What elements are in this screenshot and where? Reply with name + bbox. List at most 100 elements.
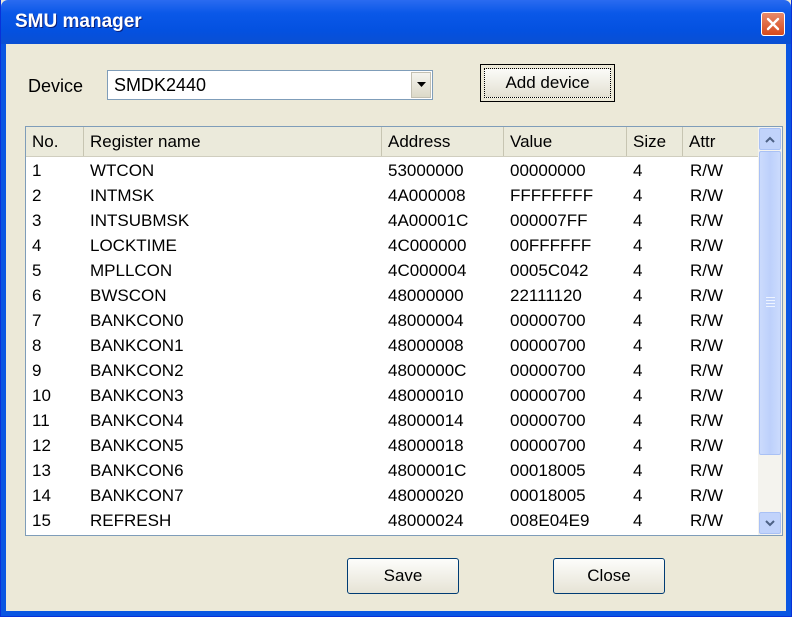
- cell-no: 5: [32, 261, 42, 280]
- table-row[interactable]: 14 BANKCON7 48000020 00018005 4 R/W: [26, 483, 759, 508]
- cell-size: 4: [633, 461, 643, 480]
- add-device-button[interactable]: Add device: [480, 64, 615, 102]
- cell-value: 00018005: [510, 486, 586, 505]
- table-row[interactable]: 10 BANKCON3 48000010 00000700 4 R/W: [26, 383, 759, 408]
- table-row[interactable]: 7 BANKCON0 48000004 00000700 4 R/W: [26, 308, 759, 333]
- table-row[interactable]: 8 BANKCON1 48000008 00000700 4 R/W: [26, 333, 759, 358]
- add-device-label: Add device: [484, 68, 611, 98]
- cell-attr: R/W: [690, 336, 724, 355]
- cell-register-name: BANKCON3: [90, 386, 184, 405]
- cell-address: 48000024: [388, 511, 464, 530]
- cell-attr: R/W: [690, 211, 724, 230]
- scroll-down-button[interactable]: [759, 512, 781, 534]
- table-row[interactable]: 6 BWSCON 48000000 22111120 4 R/W: [26, 283, 759, 308]
- cell-value: 00000700: [510, 436, 586, 455]
- cell-size: 4: [633, 411, 643, 430]
- dropdown-arrow-icon: [416, 82, 426, 87]
- cell-attr: R/W: [690, 511, 724, 530]
- cell-size: 4: [633, 286, 643, 305]
- cell-register-name: WTCON: [90, 161, 155, 180]
- table-row[interactable]: 3 INTSUBMSK 4A00001C 000007FF 4 R/W: [26, 208, 759, 233]
- device-select[interactable]: SMDK2440: [107, 70, 433, 100]
- cell-no: 6: [32, 286, 42, 305]
- scrollbar-thumb[interactable]: [759, 151, 781, 455]
- table-row[interactable]: 1 WTCON 53000000 00000000 4 R/W: [26, 158, 759, 183]
- table-row[interactable]: 15 REFRESH 48000024 008E04E9 4 R/W: [26, 508, 759, 533]
- device-select-value: SMDK2440: [114, 75, 207, 95]
- list-rows: 1 WTCON 53000000 00000000 4 R/W 2 INTMSK 4A00000…: [26, 158, 759, 533]
- cell-attr: R/W: [690, 436, 724, 455]
- table-row[interactable]: 11 BANKCON4 48000014 00000700 4 R/W: [26, 408, 759, 433]
- window-border-bottom: [1, 611, 791, 616]
- thumb-grip-line: [766, 306, 775, 307]
- cell-value: 00018005: [510, 461, 586, 480]
- close-button[interactable]: Close: [553, 558, 665, 594]
- column-header-no[interactable]: No.: [26, 127, 84, 156]
- chevron-up-icon: [765, 136, 775, 143]
- cell-address: 53000000: [388, 161, 464, 180]
- cell-register-name: BWSCON: [90, 286, 167, 305]
- cell-no: 4: [32, 236, 42, 255]
- title-bar[interactable]: SMU manager: [1, 0, 791, 44]
- cell-attr: R/W: [690, 361, 724, 380]
- cell-no: 12: [32, 436, 51, 455]
- cell-size: 4: [633, 511, 643, 530]
- cell-address: 4800001C: [388, 461, 467, 480]
- cell-size: 4: [633, 336, 643, 355]
- cell-address: 48000020: [388, 486, 464, 505]
- cell-value: 00FFFFFF: [510, 236, 592, 255]
- column-header-register-name[interactable]: Register name: [84, 127, 382, 156]
- device-dropdown-button[interactable]: [411, 72, 431, 98]
- column-header-value[interactable]: Value: [504, 127, 627, 156]
- table-row[interactable]: 9 BANKCON2 4800000C 00000700 4 R/W: [26, 358, 759, 383]
- cell-attr: R/W: [690, 286, 724, 305]
- cell-size: 4: [633, 436, 643, 455]
- cell-address: 4C000000: [388, 236, 467, 255]
- column-header-size[interactable]: Size: [627, 127, 683, 156]
- device-label: Device: [28, 76, 84, 96]
- table-row[interactable]: 4 LOCKTIME 4C000000 00FFFFFF 4 R/W: [26, 233, 759, 258]
- thumb-grip-line: [766, 297, 775, 298]
- cell-value: 000007FF: [510, 211, 588, 230]
- cell-register-name: MPLLCON: [90, 261, 173, 280]
- column-header-address[interactable]: Address: [382, 127, 504, 156]
- save-button[interactable]: Save: [347, 558, 459, 594]
- cell-attr: R/W: [690, 186, 724, 205]
- smu-manager-window: SMU manager Device SMDK2440 Add device N…: [0, 0, 792, 617]
- table-row[interactable]: 5 MPLLCON 4C000004 0005C042 4 R/W: [26, 258, 759, 283]
- cell-address: 48000010: [388, 386, 464, 405]
- cell-no: 14: [32, 486, 51, 505]
- cell-attr: R/W: [690, 311, 724, 330]
- cell-no: 9: [32, 361, 42, 380]
- cell-attr: R/W: [690, 386, 724, 405]
- window-close-button[interactable]: [761, 12, 785, 36]
- cell-size: 4: [633, 386, 643, 405]
- register-list[interactable]: No. Register name Address Value Size Att…: [25, 126, 783, 536]
- table-row[interactable]: 13 BANKCON6 4800001C 00018005 4 R/W: [26, 458, 759, 483]
- window-border-left: [1, 44, 6, 616]
- cell-value: 00000700: [510, 311, 586, 330]
- vertical-scrollbar[interactable]: [758, 127, 782, 535]
- cell-register-name: BANKCON7: [90, 486, 184, 505]
- cell-address: 48000014: [388, 411, 464, 430]
- cell-address: 48000004: [388, 311, 464, 330]
- cell-size: 4: [633, 186, 643, 205]
- cell-address: 4800000C: [388, 361, 467, 380]
- cell-attr: R/W: [690, 486, 724, 505]
- scroll-up-button[interactable]: [759, 128, 781, 150]
- cell-attr: R/W: [690, 411, 724, 430]
- table-row[interactable]: 2 INTMSK 4A000008 FFFFFFFF 4 R/W: [26, 183, 759, 208]
- cell-value: 22111120: [510, 286, 582, 305]
- column-header-attr[interactable]: Attr: [683, 127, 759, 156]
- cell-register-name: LOCKTIME: [90, 236, 177, 255]
- table-row[interactable]: 12 BANKCON5 48000018 00000700 4 R/W: [26, 433, 759, 458]
- cell-no: 2: [32, 186, 42, 205]
- cell-value: FFFFFFFF: [510, 186, 594, 205]
- cell-value: 0005C042: [510, 261, 589, 280]
- list-header: No. Register name Address Value Size Att…: [26, 127, 759, 157]
- cell-size: 4: [633, 261, 643, 280]
- cell-value: 00000700: [510, 361, 586, 380]
- cell-size: 4: [633, 311, 643, 330]
- cell-address: 48000000: [388, 286, 464, 305]
- cell-no: 11: [32, 411, 50, 430]
